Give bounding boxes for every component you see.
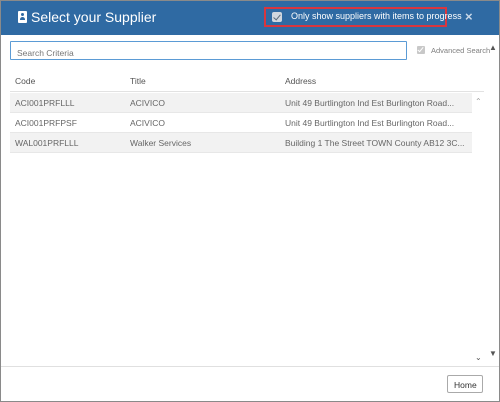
scrollbar[interactable] — [485, 41, 499, 363]
chevron-up-icon[interactable]: ⌃ — [475, 97, 482, 106]
close-icon[interactable]: × — [465, 10, 473, 24]
table-row[interactable]: WAL001PRFLLL Walker Services Building 1 … — [10, 133, 472, 153]
dialog-header: Select your Supplier Only show suppliers… — [1, 1, 499, 35]
table-row[interactable]: ACI001PRFPSF ACIVICO Unit 49 Burtlington… — [10, 113, 472, 133]
column-header-address[interactable]: Address — [285, 76, 316, 86]
column-header-code[interactable]: Code — [15, 76, 35, 86]
cell-code: ACI001PRFPSF — [15, 118, 77, 128]
items-to-progress-filter[interactable]: Only show suppliers with items to progre… — [264, 7, 462, 27]
cell-address: Building 1 The Street TOWN County AB12 3… — [285, 138, 465, 148]
chevron-up-icon[interactable]: ▲ — [489, 43, 497, 52]
table-row[interactable]: ACI001PRFLLL ACIVICO Unit 49 Burtlington… — [10, 93, 472, 113]
items-to-progress-checkbox[interactable] — [272, 12, 282, 22]
cell-code: ACI001PRFLLL — [15, 98, 75, 108]
dialog-title: Select your Supplier — [31, 9, 157, 25]
select-supplier-dialog: Select your Supplier Only show suppliers… — [0, 0, 500, 402]
advanced-search-label[interactable]: Advanced Search — [431, 46, 490, 55]
cell-title: ACIVICO — [130, 98, 165, 108]
items-to-progress-label[interactable]: Only show suppliers with items to progre… — [291, 11, 462, 21]
header-divider — [10, 91, 484, 92]
cell-title: ACIVICO — [130, 118, 165, 128]
advanced-search-checkbox[interactable] — [417, 45, 425, 54]
home-button[interactable]: Home — [447, 375, 483, 393]
checkmark-icon — [417, 45, 424, 53]
checkmark-icon — [273, 12, 281, 21]
cell-title: Walker Services — [130, 138, 192, 148]
chevron-down-icon[interactable]: ⌄ — [475, 353, 482, 362]
cell-address: Unit 49 Burtlington Ind Est Burlington R… — [285, 98, 455, 108]
chevron-down-icon[interactable]: ▼ — [489, 349, 497, 358]
cell-address: Unit 49 Burtlington Ind Est Burlington R… — [285, 118, 455, 128]
cell-code: WAL001PRFLLL — [15, 138, 79, 148]
search-input[interactable] — [10, 41, 407, 60]
footer-divider — [1, 366, 499, 367]
user-card-icon — [18, 11, 27, 23]
column-header-title[interactable]: Title — [130, 76, 146, 86]
